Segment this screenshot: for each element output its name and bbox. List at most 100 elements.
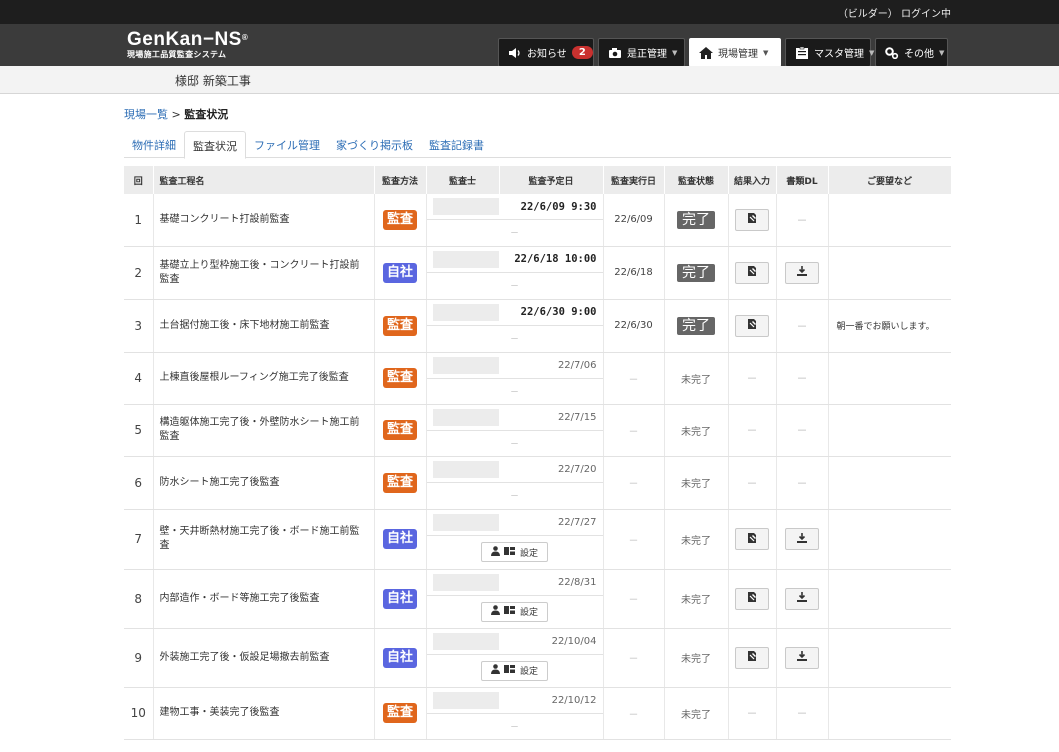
empty-dash: － [509,335,519,345]
login-status: （ビルダー） ログイン中 [837,8,951,20]
planned-date: 22/8/31 [557,576,597,588]
table-row: 1 基礎コンクリート打設前監査 監査 22/6/09 9:30 － 22/6/0… [124,194,951,247]
round-number: 4 [124,352,154,405]
chevron-down-icon: ▼ [869,48,875,57]
table-header-row: 回 監査工程名 監査方法 監査士 監査予定日 監査実行日 監査状態 結果入力 書… [124,166,952,194]
inspector-name-placeholder [432,513,499,531]
result-input-button[interactable] [735,646,769,669]
inspector-setting-button[interactable]: 設定 [480,601,548,622]
inspector-schedule-top: 22/6/18 10:00 [426,247,603,273]
round-number: 7 [124,509,154,570]
logo[interactable]: GenKan−NS® 現場施工品質監査システム [127,29,248,60]
process-name: 土台据付施工後・床下地材施工前監査 [153,299,375,353]
person-icon [490,664,500,677]
inspector-empty-slot: － [427,714,603,739]
method-cell: 自社 [374,509,427,570]
request-note: 朝一番でお願いします。 [828,299,951,353]
inspector-setting-button[interactable]: 設定 [480,542,548,562]
gear-icon [885,46,899,59]
empty-dash: － [796,213,808,227]
col-header-executed-date: 監査実行日 [603,166,665,194]
method-cell: 監査 [374,456,427,510]
process-name: 構造躯体施工完了後・外壁防水シート施工前監査 [153,404,375,457]
inspector-name-placeholder [432,356,499,374]
round-number: 9 [124,628,154,688]
round-number: 2 [124,246,154,300]
tab-bulletin-board[interactable]: 家づくり掲示板 [328,131,421,158]
tab-inspection-records[interactable]: 監査記録書 [421,131,492,158]
col-header-result-input: 結果入力 [728,166,777,194]
executed-date: － [603,628,665,688]
result-input-cell [728,246,777,300]
result-input-button[interactable] [735,261,769,284]
result-input-button[interactable] [735,208,769,231]
speaker-icon [508,47,522,59]
result-input-cell [728,194,777,247]
document-download-button[interactable] [785,646,819,669]
site-header: 様邸 新築工事 [0,66,1059,94]
result-input-button[interactable] [735,528,769,550]
header: GenKan−NS® 現場施工品質監査システム お知らせ 2 是正管理 ▼ 現場… [0,24,1059,67]
nav-other-label: その他 [904,49,934,60]
nav-other-button[interactable]: その他 ▼ [875,38,948,67]
inspector-name-placeholder [432,198,499,216]
logo-name: GenKan−NS [127,29,242,50]
document-download-button[interactable] [785,261,819,284]
inspector-schedule-cell: 22/6/09 9:30 － [426,194,604,247]
inspector-name-placeholder [432,632,499,650]
camera-icon [608,47,622,59]
method-cell: 監査 [374,404,427,457]
inspector-schedule-cell: 22/7/20 － [426,456,604,510]
inspector-schedule-top: 22/7/15 [426,405,603,431]
inspector-name-placeholder [432,460,499,478]
executed-date: － [603,404,665,457]
inspector-schedule-top: 22/6/09 9:30 [426,194,603,221]
empty-dash: － [746,707,758,720]
result-input-cell: － [728,404,777,457]
result-input-cell [728,569,777,629]
process-name: 建物工事・美装完了後監査 [153,687,375,740]
status-cell: 未完了 [664,628,729,688]
document-download-button[interactable] [785,587,819,610]
table-row: 2 基礎立上り型枠施工後・コンクリート打設前監査 自社 22/6/18 10:0… [124,246,951,300]
empty-dash: － [509,439,519,450]
inspector-schedule-cell: 22/7/06 － [426,352,604,405]
method-badge: 監査 [382,315,417,336]
inspector-setting-area: 設定 [427,596,603,628]
home-icon [699,46,713,59]
status-complete-badge: 完了 [677,263,715,282]
nav-site-button[interactable]: 現場管理 ▼ [689,38,781,67]
document-download-button[interactable] [785,528,819,550]
breadcrumb-site-list-link[interactable]: 現場一覧 [124,108,168,121]
nav-notice-button[interactable]: お知らせ 2 [498,38,594,67]
empty-dash: － [796,319,808,333]
tab-bar: 物件詳細 監査状況 ファイル管理 家づくり掲示板 監査記録書 [124,131,951,159]
breadcrumb-separator: > [171,108,181,121]
tab-file-management[interactable]: ファイル管理 [246,131,328,158]
nav-master-button[interactable]: マスタ管理 ▼ [785,38,875,67]
schedule-icon [503,605,516,618]
document-dl-cell: － [776,194,829,247]
inspector-name-placeholder [432,303,499,321]
table-row: 10 建物工事・美装完了後監査 監査 22/10/12 － － 未完了 － － [124,687,951,740]
nav-correction-button[interactable]: 是正管理 ▼ [598,38,685,67]
col-header-planned-date: 監査予定日 [499,166,604,194]
tab-inspection-status[interactable]: 監査状況 [184,131,246,159]
round-number: 6 [124,456,154,510]
inspector-setting-button[interactable]: 設定 [480,660,548,681]
result-input-button[interactable] [735,314,769,337]
tab-property-details[interactable]: 物件詳細 [124,131,184,158]
inspector-empty-slot: － [427,273,603,299]
setting-label: 設定 [519,667,538,677]
planned-date: 22/7/20 [557,463,597,475]
nav-correction-label: 是正管理 [627,49,667,60]
inspector-schedule-cell: 22/7/15 － [426,404,604,457]
result-input-button[interactable] [735,587,769,610]
planned-date: 22/10/04 [551,635,597,647]
chevron-down-icon: ▼ [939,48,945,57]
download-icon [796,591,808,606]
request-note [828,404,951,457]
person-icon [490,545,500,559]
process-name: 上棟直後屋根ルーフィング施工完了後監査 [153,352,375,405]
method-cell: 監査 [374,299,427,353]
